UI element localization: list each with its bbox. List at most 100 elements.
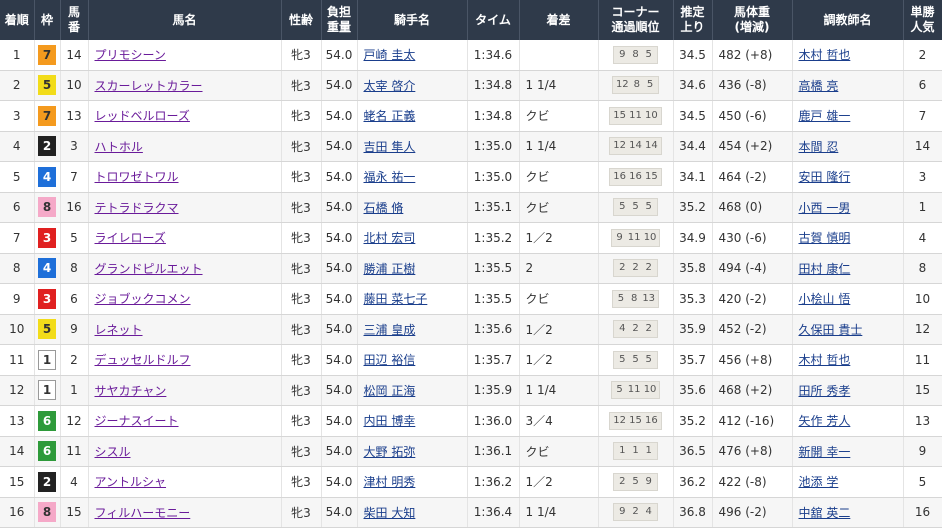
horse-link[interactable]: スカーレットカラー bbox=[95, 79, 203, 93]
jockey-link[interactable]: 石橋 脩 bbox=[364, 201, 404, 215]
trainer-link[interactable]: 鹿戸 雄一 bbox=[799, 109, 851, 123]
jockey-link[interactable]: 三浦 皇成 bbox=[364, 323, 416, 337]
jockey-link[interactable]: 津村 明秀 bbox=[364, 475, 416, 489]
trainer-link[interactable]: 安田 隆行 bbox=[799, 170, 851, 184]
jockey-link[interactable]: 吉田 隼人 bbox=[364, 140, 416, 154]
weight-cell: 54.0 bbox=[321, 314, 358, 345]
horse-link[interactable]: テトラドラクマ bbox=[95, 201, 179, 215]
time-cell: 1:34.6 bbox=[467, 40, 520, 71]
trainer-link[interactable]: 新開 幸一 bbox=[799, 445, 851, 459]
agari-cell: 34.4 bbox=[673, 131, 713, 162]
margin-cell: 1／2 bbox=[519, 222, 599, 254]
jockey-link[interactable]: 大野 拓弥 bbox=[364, 445, 416, 459]
umaban-cell: 8 bbox=[60, 253, 89, 284]
horse-link[interactable]: ジーナスイート bbox=[95, 414, 179, 428]
agari-cell: 35.8 bbox=[673, 253, 713, 284]
trainer-link[interactable]: 古賀 慎明 bbox=[799, 231, 851, 245]
horse-cell: シスル bbox=[88, 436, 282, 467]
corner-positions: 12 8 5 bbox=[611, 76, 660, 95]
jockey-link[interactable]: 松岡 正海 bbox=[364, 384, 416, 398]
trainer-link[interactable]: 小西 一男 bbox=[799, 201, 851, 215]
umaban-cell: 7 bbox=[60, 161, 89, 193]
rank-cell: 8 bbox=[0, 253, 35, 284]
horse-link[interactable]: トロワゼトワル bbox=[95, 170, 179, 184]
popularity-cell: 5 bbox=[903, 466, 942, 498]
jockey-link[interactable]: 内田 博幸 bbox=[364, 414, 416, 428]
corner-positions: 5 5 5 bbox=[613, 198, 658, 217]
horse-link[interactable]: ライレローズ bbox=[95, 231, 166, 245]
trainer-link[interactable]: 矢作 芳人 bbox=[799, 414, 851, 428]
header-agari[interactable]: 推定 上り bbox=[673, 0, 713, 40]
header-popularity[interactable]: 単勝 人気 bbox=[903, 0, 942, 40]
jockey-cell: 吉田 隼人 bbox=[357, 131, 468, 162]
horse-link[interactable]: アントルシャ bbox=[95, 475, 167, 489]
body-weight-cell: 464 (-2) bbox=[712, 161, 793, 193]
horse-cell: ハトホル bbox=[88, 131, 282, 162]
horse-link[interactable]: ジョブックコメン bbox=[95, 292, 191, 306]
horse-link[interactable]: ハトホル bbox=[95, 140, 143, 154]
popularity-cell: 16 bbox=[903, 497, 942, 528]
jockey-link[interactable]: 柴田 大知 bbox=[364, 506, 416, 520]
trainer-cell: 古賀 慎明 bbox=[792, 222, 904, 254]
horse-link[interactable]: サヤカチャン bbox=[95, 384, 167, 398]
corner-position: 5 bbox=[646, 79, 654, 91]
trainer-link[interactable]: 木村 哲也 bbox=[799, 353, 851, 367]
time-cell: 1:36.0 bbox=[467, 405, 520, 437]
trainer-link[interactable]: 久保田 貴士 bbox=[799, 323, 863, 337]
jockey-link[interactable]: 藤田 菜七子 bbox=[364, 292, 428, 306]
jockey-link[interactable]: 福永 祐一 bbox=[364, 170, 416, 184]
horse-link[interactable]: デュッセルドルフ bbox=[95, 353, 191, 367]
jockey-cell: 田辺 裕信 bbox=[357, 344, 468, 376]
jockey-link[interactable]: 田辺 裕信 bbox=[364, 353, 416, 367]
waku-cell: 4 bbox=[34, 253, 61, 284]
trainer-link[interactable]: 田所 秀孝 bbox=[799, 384, 851, 398]
sexage-cell: 牝3 bbox=[281, 192, 322, 223]
jockey-link[interactable]: 戸崎 圭太 bbox=[364, 48, 416, 62]
trainer-cell: 小西 一男 bbox=[792, 192, 904, 223]
header-umaban[interactable]: 馬番 bbox=[60, 0, 89, 40]
agari-cell: 35.2 bbox=[673, 405, 713, 437]
trainer-link[interactable]: 田村 康仁 bbox=[799, 262, 851, 276]
header-corner[interactable]: コーナー 通過順位 bbox=[598, 0, 674, 40]
jockey-link[interactable]: 勝浦 正樹 bbox=[364, 262, 416, 276]
header-weight[interactable]: 負担 重量 bbox=[321, 0, 358, 40]
header-margin[interactable]: 着差 bbox=[519, 0, 599, 40]
corner-position: 2 bbox=[632, 262, 639, 274]
header-trainer[interactable]: 調教師名 bbox=[792, 0, 904, 40]
trainer-link[interactable]: 高橋 亮 bbox=[799, 79, 839, 93]
umaban-cell: 5 bbox=[60, 222, 89, 254]
umaban-cell: 1 bbox=[60, 375, 89, 406]
header-rank[interactable]: 着順 bbox=[0, 0, 35, 40]
trainer-link[interactable]: 池添 学 bbox=[799, 475, 839, 489]
corner-position: 4 bbox=[619, 323, 626, 335]
horse-cell: レネット bbox=[88, 314, 282, 345]
horse-link[interactable]: レッドベルローズ bbox=[95, 109, 190, 123]
horse-link[interactable]: シスル bbox=[95, 445, 131, 459]
horse-link[interactable]: レネット bbox=[95, 323, 143, 337]
header-jockey[interactable]: 騎手名 bbox=[357, 0, 468, 40]
corner-cell: 9 2 4 bbox=[598, 497, 674, 528]
corner-positions: 4 2 2 bbox=[613, 320, 658, 339]
popularity-cell: 10 bbox=[903, 283, 942, 315]
trainer-link[interactable]: 木村 哲也 bbox=[799, 48, 851, 62]
agari-cell: 36.2 bbox=[673, 466, 713, 498]
header-body-weight[interactable]: 馬体重 (増減) bbox=[712, 0, 793, 40]
horse-link[interactable]: グランドピルエット bbox=[95, 262, 203, 276]
margin-cell: 2 bbox=[519, 253, 599, 284]
header-time[interactable]: タイム bbox=[467, 0, 520, 40]
trainer-link[interactable]: 中舘 英二 bbox=[799, 506, 851, 520]
corner-cell: 5 5 5 bbox=[598, 344, 674, 376]
trainer-link[interactable]: 本間 忍 bbox=[799, 140, 839, 154]
header-waku[interactable]: 枠 bbox=[34, 0, 61, 40]
trainer-link[interactable]: 小桧山 悟 bbox=[799, 292, 851, 306]
jockey-link[interactable]: 蛯名 正義 bbox=[364, 109, 416, 123]
header-sexage[interactable]: 性齢 bbox=[281, 0, 322, 40]
jockey-link[interactable]: 北村 宏司 bbox=[364, 231, 416, 245]
horse-link[interactable]: プリモシーン bbox=[95, 48, 166, 62]
horse-link[interactable]: フィルハーモニー bbox=[95, 506, 191, 520]
jockey-link[interactable]: 太宰 啓介 bbox=[364, 79, 416, 93]
header-horse[interactable]: 馬名 bbox=[88, 0, 282, 40]
waku-cell: 6 bbox=[34, 436, 61, 467]
corner-position: 5 bbox=[645, 353, 652, 365]
rank-cell: 3 bbox=[0, 100, 35, 132]
